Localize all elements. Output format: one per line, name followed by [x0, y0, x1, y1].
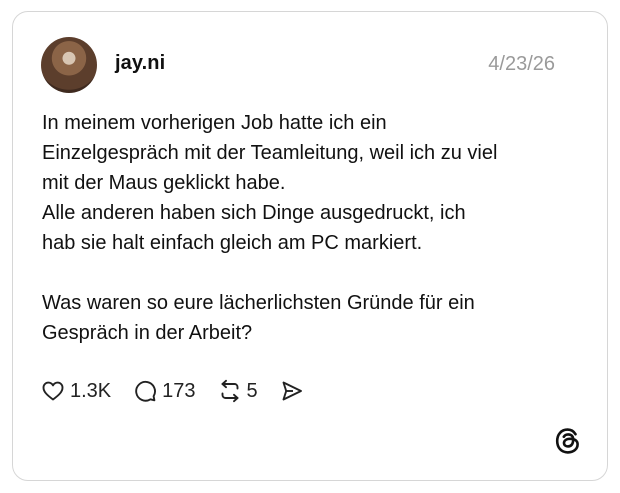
- heart-icon: [42, 381, 64, 401]
- reply-button[interactable]: 173: [133, 379, 196, 403]
- post-text-line: hab sie halt einfach gleich am PC markie…: [42, 232, 423, 254]
- reply-count: 173: [162, 379, 196, 402]
- post-text-line: Was waren so eure lächerlichsten Gründe …: [42, 292, 475, 314]
- post-text: In meinem vorherigen Job hatte ich ein E…: [42, 108, 572, 348]
- share-button[interactable]: [280, 379, 304, 403]
- post-date: 4/23/26: [488, 53, 555, 75]
- post-text-line: In meinem vorherigen Job hatte ich ein: [42, 112, 387, 134]
- username[interactable]: jay.ni: [115, 52, 165, 75]
- speech-bubble-icon: [135, 380, 157, 402]
- post-text-line: mit der Maus geklickt habe.: [42, 172, 286, 194]
- post-card: jay.ni 4/23/26 In meinem vorherigen Job …: [12, 11, 608, 481]
- post-text-line: Einzelgespräch mit der Teamleitung, weil…: [42, 142, 498, 164]
- post-text-line: Gespräch in der Arbeit?: [42, 322, 253, 344]
- threads-logo-icon: [555, 428, 579, 454]
- send-icon: [282, 381, 302, 401]
- action-bar: 1.3K 173 5: [41, 376, 326, 406]
- avatar[interactable]: [41, 37, 97, 93]
- like-count: 1.3K: [70, 379, 112, 402]
- repost-count: 5: [246, 379, 258, 402]
- like-button[interactable]: 1.3K: [41, 379, 111, 403]
- repost-arrows-icon: [221, 379, 238, 403]
- repost-button[interactable]: 5: [218, 379, 258, 403]
- post-text-line: Alle anderen haben sich Dinge ausgedruck…: [42, 202, 466, 224]
